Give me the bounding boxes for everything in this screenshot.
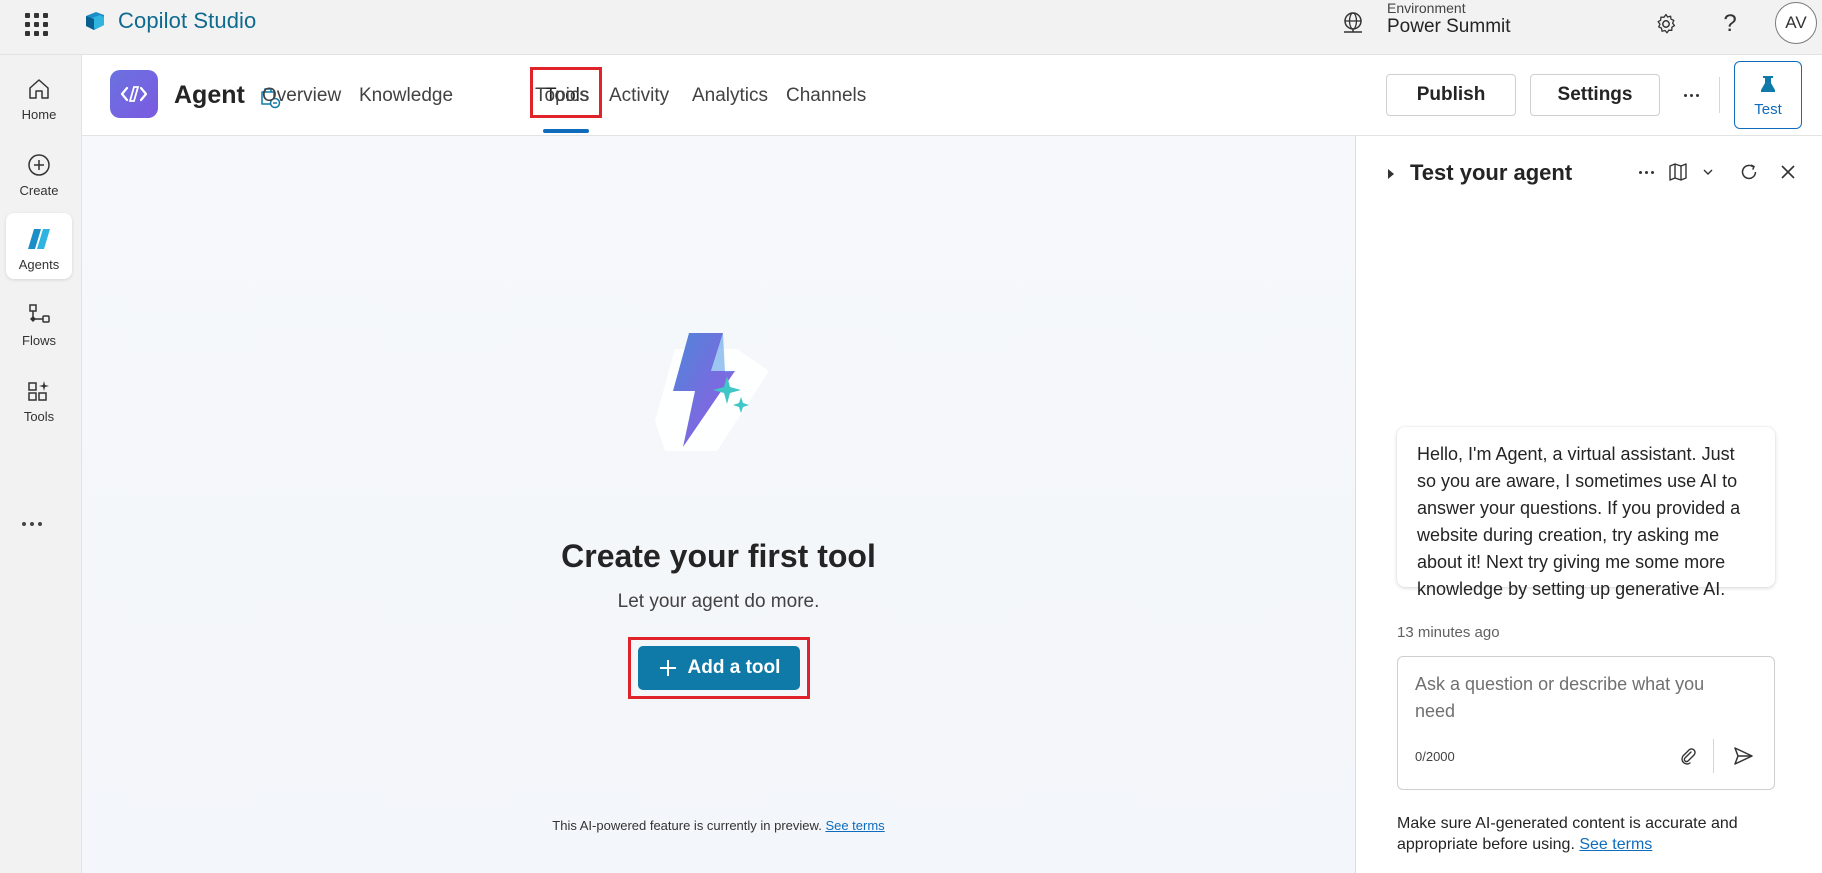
rail-item-home[interactable]: Home: [6, 63, 72, 129]
plus-circle-icon: [25, 151, 53, 179]
lightning-sparkle-icon: [655, 333, 769, 451]
add-tool-label: Add a tool: [687, 657, 781, 678]
tab-channels[interactable]: Channels: [786, 85, 866, 107]
home-icon: [25, 75, 53, 103]
map-icon[interactable]: [1664, 158, 1692, 186]
test-button[interactable]: Test: [1734, 61, 1802, 129]
avatar[interactable]: AV: [1775, 2, 1817, 44]
divider: [1713, 739, 1714, 773]
flask-icon: [1761, 75, 1775, 92]
tab-analytics[interactable]: Analytics: [692, 85, 768, 107]
tab-activity[interactable]: Activity: [609, 85, 669, 107]
agent-name: Agent: [174, 81, 245, 109]
chat-composer: 0/2000: [1397, 656, 1775, 790]
ai-disclaimer: Make sure AI-generated content is accura…: [1397, 813, 1797, 855]
agent-header: Agent Overview Knowledge Tools Topics Ac…: [82, 55, 1822, 136]
tab-knowledge[interactable]: Knowledge: [359, 85, 453, 107]
disclaimer-text: Make sure AI-generated content is accura…: [1397, 815, 1738, 853]
send-icon[interactable]: [1728, 741, 1758, 771]
tools-tab-highlight: [530, 67, 602, 118]
rail-label: Create: [19, 183, 59, 198]
more-options-icon[interactable]: [1632, 158, 1660, 186]
rail-item-tools[interactable]: Tools: [6, 365, 72, 431]
chat-input[interactable]: [1415, 671, 1745, 727]
active-tab-indicator: [543, 129, 589, 133]
rail-item-create[interactable]: Create: [6, 139, 72, 205]
empty-state-subtitle: Let your agent do more.: [617, 591, 820, 612]
test-label: Test: [1754, 100, 1782, 118]
refresh-icon[interactable]: [1735, 158, 1763, 186]
rail-label: Tools: [23, 409, 55, 424]
app-name: Copilot Studio: [118, 8, 257, 33]
tools-empty-state: Create your first tool Let your agent do…: [82, 136, 1355, 873]
tools-icon: [25, 377, 53, 405]
environment-picker[interactable]: Environment Power Summit: [1340, 0, 1540, 50]
help-icon[interactable]: ?: [1714, 8, 1746, 40]
environment-label: Environment: [1387, 0, 1466, 16]
close-icon[interactable]: [1774, 158, 1802, 186]
preview-notice: This AI-powered feature is currently in …: [82, 818, 1355, 833]
plus-icon: [659, 660, 676, 676]
empty-state-title: Create your first tool: [561, 538, 876, 574]
expand-caret-icon[interactable]: [1388, 169, 1394, 179]
test-panel: Test your agent Hello, I'm Agent, a virt…: [1355, 136, 1822, 873]
more-options-icon[interactable]: [1674, 82, 1708, 108]
attach-icon[interactable]: [1673, 741, 1703, 771]
settings-button[interactable]: Settings: [1530, 74, 1660, 116]
agent-logo-icon: [110, 70, 158, 118]
publish-button[interactable]: Publish: [1386, 74, 1516, 116]
copilot-studio-logo: [86, 12, 104, 30]
char-counter: 0/2000: [1415, 749, 1455, 764]
left-rail: Home Create Agents Flows Tools: [0, 55, 82, 873]
message-timestamp: 13 minutes ago: [1397, 624, 1500, 641]
agent-message: Hello, I'm Agent, a virtual assistant. J…: [1397, 427, 1775, 599]
environment-icon: [1344, 12, 1362, 33]
divider: [1719, 77, 1720, 113]
add-tool-button[interactable]: Add a tool: [638, 646, 800, 690]
brand[interactable]: Copilot Studio: [82, 8, 256, 34]
waffle-icon[interactable]: [22, 10, 48, 36]
rail-label: Flows: [22, 333, 56, 348]
more-icon[interactable]: [22, 515, 48, 533]
environment-name: Power Summit: [1387, 16, 1511, 37]
top-bar: Copilot Studio Environment Power Summit …: [0, 0, 1822, 55]
see-terms-link[interactable]: See terms: [1579, 836, 1652, 853]
test-panel-title: Test your agent: [1410, 160, 1573, 185]
settings-gear-icon[interactable]: [1650, 8, 1682, 40]
agents-icon: [25, 225, 53, 253]
rail-item-agents[interactable]: Agents: [6, 213, 72, 279]
preview-notice-text: This AI-powered feature is currently in …: [552, 818, 822, 833]
chevron-down-icon[interactable]: [1694, 158, 1722, 186]
flows-icon: [25, 301, 53, 329]
rail-label: Home: [21, 107, 57, 122]
rail-item-flows[interactable]: Flows: [6, 289, 72, 355]
rail-label: Agents: [18, 257, 60, 272]
see-terms-link[interactable]: See terms: [825, 818, 884, 833]
tab-overview[interactable]: Overview: [262, 85, 341, 107]
